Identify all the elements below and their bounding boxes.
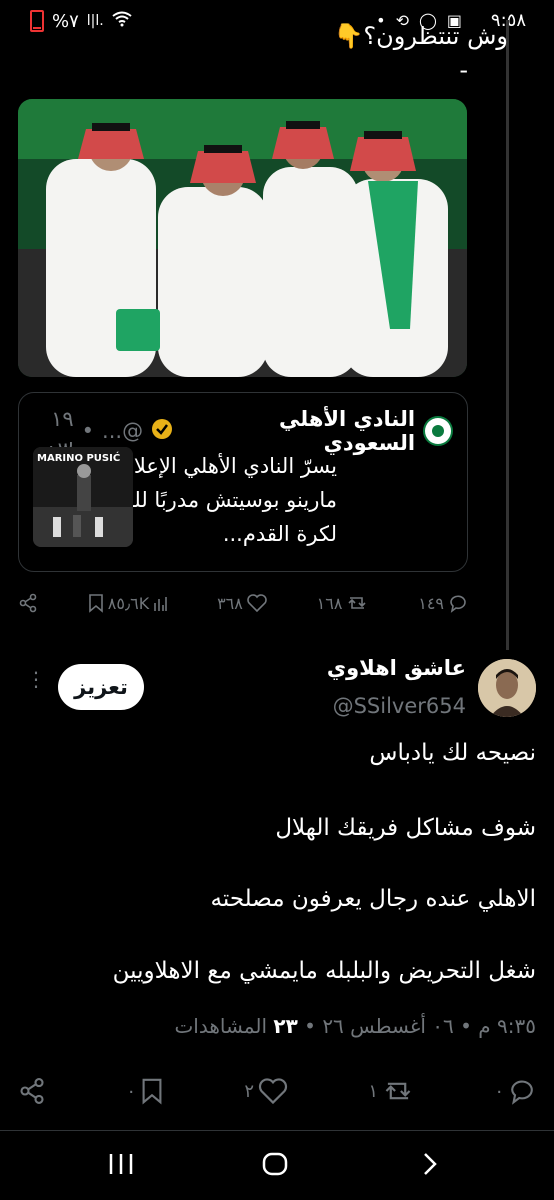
battery-icon [30, 10, 44, 32]
bookmarks-count: ٠ [126, 1080, 136, 1102]
replies-count: ١٤٩ [418, 593, 444, 613]
previous-tweet-text: وش تنتظرون؟👇 [333, 22, 508, 50]
boost-button[interactable]: تعزيز [58, 664, 144, 710]
likes-count: ٢ [244, 1080, 254, 1102]
status-left: %٧ l|l. [30, 10, 132, 32]
meta-separator-2: • [304, 1014, 316, 1038]
reply-button[interactable]: ٠ [494, 1077, 536, 1105]
club-logo-icon [423, 416, 453, 446]
quoted-tweet-card[interactable]: النادي الأهلي السعودي @... • ١٩ س يسرّ ا… [18, 392, 468, 572]
meta-separator-1: • [460, 1014, 472, 1038]
reply-button[interactable]: ١٤٩ [418, 593, 468, 613]
quoted-thumbnail: MARINO PUSIĆ [33, 447, 133, 547]
reply-line-3: الاهلي عنده رجال يعرفون مصلحته [210, 886, 536, 912]
retweet-button[interactable]: ١٦٨ [317, 594, 369, 613]
quoted-author-name: النادي الأهلي السعودي [279, 407, 416, 455]
more-options-icon[interactable]: ⋮ [26, 669, 46, 689]
share-button[interactable] [18, 593, 38, 613]
bookmark-icon [88, 594, 103, 613]
thread-connector-line [506, 20, 509, 650]
share-icon [19, 593, 37, 613]
quoted-author-handle: @... [102, 419, 144, 443]
avatar[interactable] [478, 659, 536, 717]
verified-badge-icon [151, 418, 173, 445]
reply-line-4: شغل التحريض والبلبله مايمشي مع الاهلاويي… [112, 958, 536, 984]
reply-meta: ٩:٣٥ م • ٠٦ أغسطس ٢٦ • ٢٣ المشاهدات [174, 1014, 536, 1038]
reply-date: ٠٦ أغسطس ٢٦ [322, 1014, 454, 1038]
retweet-button[interactable]: ١ [368, 1078, 414, 1104]
reply-icon [450, 595, 466, 613]
recent-apps-button[interactable] [108, 1152, 134, 1180]
home-icon [262, 1152, 288, 1176]
share-button[interactable] [18, 1077, 46, 1105]
reply-views-label: المشاهدات [174, 1014, 268, 1038]
retweet-icon [385, 1082, 411, 1100]
tweet-photo[interactable] [18, 99, 467, 377]
share-icon [20, 1078, 44, 1104]
reply-time: ٩:٣٥ م [478, 1014, 536, 1038]
bookmark-icon [142, 1078, 162, 1105]
retweets-count: ١٦٨ [316, 593, 343, 613]
thumbnail-caption: MARINO PUSIĆ [37, 453, 121, 464]
recent-apps-icon [109, 1154, 133, 1174]
heart-icon [258, 1078, 288, 1104]
reply-author-handle[interactable]: @SSilver654 [333, 694, 466, 718]
views-button[interactable]: ٨٥٫٦K [88, 593, 168, 613]
stats-icon [154, 597, 168, 611]
heart-icon [247, 594, 267, 612]
wifi-icon [112, 11, 132, 32]
like-button[interactable]: ٣٦٨ [217, 594, 267, 613]
system-nav-bar [0, 1140, 554, 1200]
reply-line-2: شوف مشاكل فريقك الهلال [275, 815, 536, 841]
reply-icon [511, 1080, 533, 1105]
back-button[interactable] [420, 1152, 440, 1180]
signal-icon: l|l. [86, 13, 104, 29]
previous-tweet-actions: ٨٥٫٦K ٣٦٨ ١٦٨ ١٤٩ [18, 588, 468, 618]
retweets-count: ١ [368, 1080, 378, 1102]
reply-views-count: ٢٣ [273, 1014, 298, 1038]
reply-actions: ٠ ٢ ١ ٠ [18, 1074, 536, 1108]
views-count: ٨٥٫٦K [107, 593, 150, 613]
reply-author-name[interactable]: عاشق اهلاوي [327, 656, 466, 680]
likes-count: ٣٦٨ [217, 593, 243, 613]
quoted-separator: • [81, 419, 95, 443]
replies-count: ٠ [494, 1080, 504, 1102]
retweet-icon [348, 597, 366, 609]
previous-tweet-dash: - [459, 56, 468, 84]
reply-line-1: نصيحه لك يادباس [369, 740, 536, 766]
battery-percent: %٧ [52, 10, 79, 32]
like-button[interactable]: ٢ [244, 1078, 288, 1104]
divider [0, 1130, 554, 1131]
back-icon [424, 1153, 437, 1175]
bookmark-button[interactable]: ٠ [126, 1077, 164, 1105]
stadium-photo [18, 99, 467, 377]
home-button[interactable] [262, 1152, 288, 1180]
